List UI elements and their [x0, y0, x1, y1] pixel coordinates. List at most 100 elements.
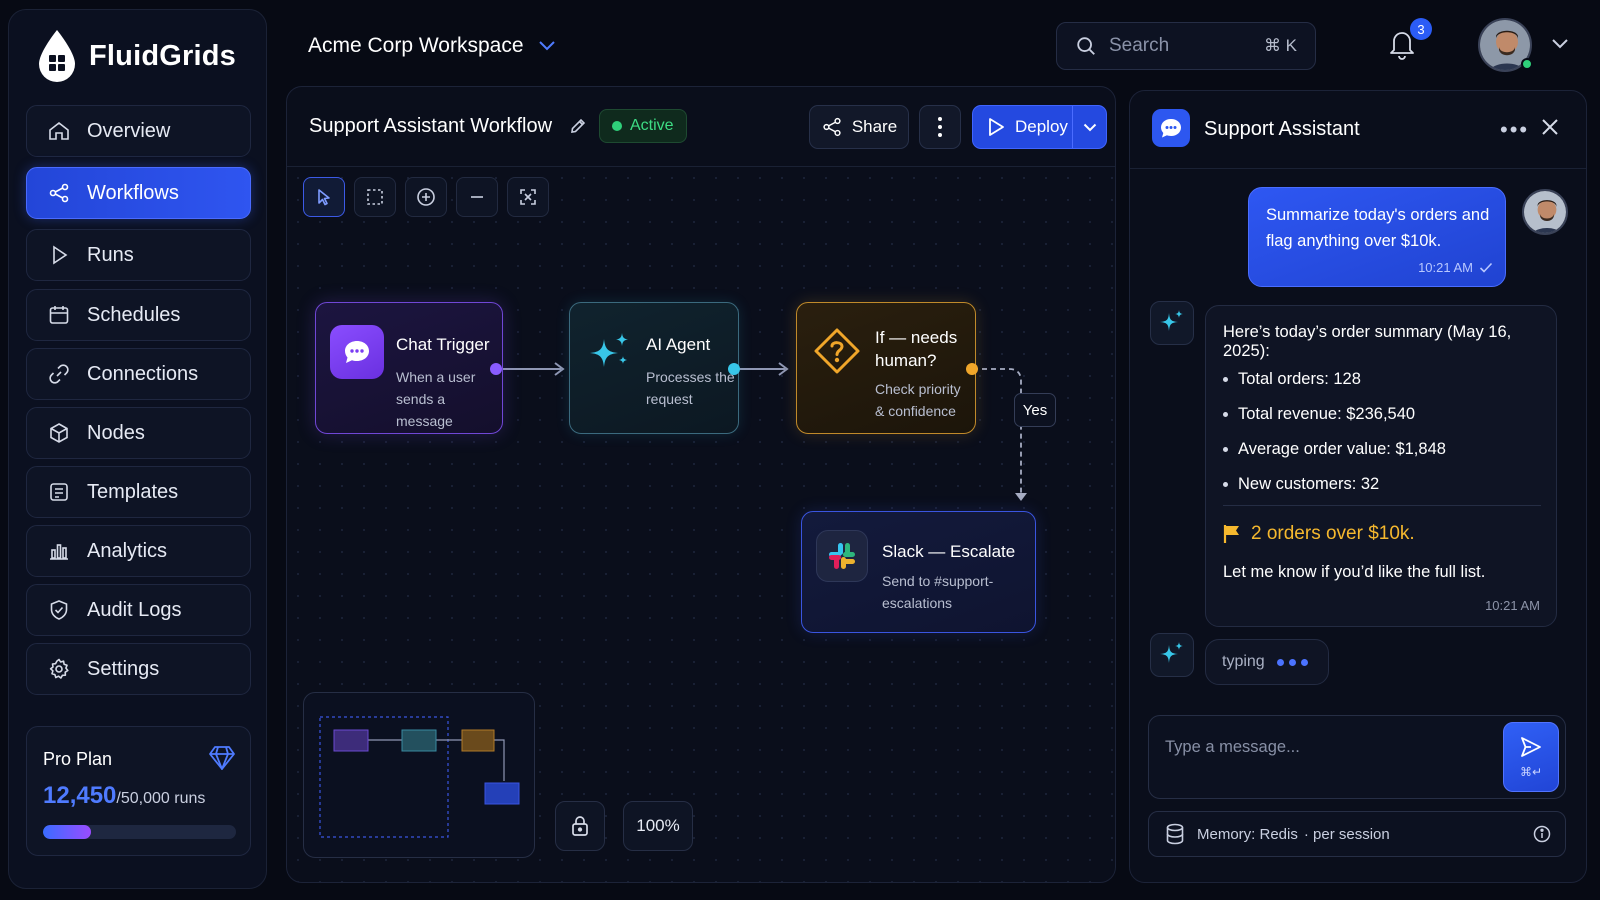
workflow-icon — [49, 183, 69, 203]
typing-indicator: typing — [1205, 639, 1329, 685]
message-input[interactable] — [1165, 732, 1485, 762]
sidebar-item-runs[interactable]: Runs — [26, 229, 251, 281]
message-composer[interactable]: ⌘↵ — [1148, 715, 1566, 799]
list-item-text: Average order value: $1,848 — [1238, 440, 1446, 458]
brand-name: FluidGrids — [89, 39, 236, 72]
sidebar-item-templates[interactable]: Templates — [26, 466, 251, 518]
chevron-down-icon[interactable] — [1551, 38, 1569, 50]
search-input[interactable]: Search ⌘ K — [1056, 22, 1316, 70]
question-diamond-icon — [814, 328, 860, 374]
user-message-time: 10:21 AM — [1418, 260, 1473, 275]
assistant-avatar — [1150, 633, 1194, 677]
sidebar-item-label: Workflows — [87, 181, 179, 204]
chat-user-avatar — [1522, 189, 1568, 235]
list-item-text: New customers: 32 — [1238, 475, 1380, 493]
home-icon — [49, 121, 69, 140]
sidebar-item-label: Schedules — [87, 303, 181, 326]
check-icon — [1479, 262, 1493, 273]
node-subtitle-line2: escalations — [882, 595, 953, 611]
sidebar-item-workflows[interactable]: Workflows — [26, 167, 251, 219]
zoom-level[interactable]: 100% — [623, 801, 693, 851]
order-summary-list: Total orders: 128 Total revenue: $236,54… — [1223, 362, 1446, 502]
list-item-text: Total orders: 128 — [1238, 370, 1361, 388]
node-subtitle-line2: & confidence — [875, 403, 956, 419]
node-subtitle-line1: Processes the — [646, 369, 735, 385]
send-button[interactable]: ⌘↵ — [1503, 722, 1559, 792]
plan-name: Pro Plan — [43, 749, 113, 769]
slack-icon — [816, 530, 868, 582]
info-icon[interactable] — [1533, 825, 1551, 843]
flag-icon — [1223, 525, 1239, 543]
calendar-icon — [49, 306, 69, 324]
node-subtitle-line1: When a user — [396, 369, 476, 385]
workspace-name: Acme Corp Workspace — [308, 34, 524, 57]
assistant-logo-icon — [1152, 109, 1190, 147]
assistant-message-time: 10:21 AM — [1485, 598, 1540, 613]
template-icon — [50, 483, 68, 501]
shield-icon — [50, 600, 68, 620]
edge-label-yes[interactable]: Yes — [1014, 393, 1056, 427]
sparkle-icon — [1160, 642, 1183, 663]
chat-panel: Support Assistant ••• Summarize today's … — [1129, 90, 1587, 883]
node-output-port[interactable] — [966, 363, 978, 375]
node-output-port[interactable] — [490, 363, 502, 375]
sidebar-item-analytics[interactable]: Analytics — [26, 525, 251, 577]
lock-canvas-button[interactable] — [555, 801, 605, 851]
minimap[interactable] — [303, 692, 535, 858]
sidebar: FluidGrids Overview Workflows Runs Sched… — [8, 9, 267, 889]
sidebar-item-label: Overview — [87, 119, 171, 142]
node-condition[interactable]: If — needs human? Check priority & confi… — [796, 302, 976, 434]
node-title: AI Agent — [646, 335, 711, 354]
sidebar-item-label: Nodes — [87, 421, 145, 444]
sidebar-item-label: Audit Logs — [87, 598, 182, 621]
brand-logo[interactable]: FluidGrids — [37, 28, 236, 84]
node-ai-agent[interactable]: AI Agent Processes the request — [569, 302, 739, 434]
plan-progress-bar — [43, 825, 236, 839]
flag-text: 2 orders over $10k. — [1251, 523, 1415, 544]
sidebar-item-label: Settings — [87, 657, 160, 680]
plan-card[interactable]: Pro Plan 12,450 /50,000 runs — [26, 726, 251, 856]
chevron-down-icon — [538, 41, 555, 51]
flag-notice: 2 orders over $10k. — [1223, 523, 1415, 545]
sidebar-item-schedules[interactable]: Schedules — [26, 289, 251, 341]
node-output-port[interactable] — [728, 363, 740, 375]
node-chat-trigger[interactable]: Chat Trigger When a user sends a message — [315, 302, 503, 434]
sidebar-item-label: Templates — [87, 480, 179, 503]
node-slack-escalate[interactable]: Slack — Escalate Send to #support- escal… — [801, 511, 1036, 633]
node-subtitle-line2: sends a message — [396, 391, 453, 429]
sidebar-item-audit-logs[interactable]: Audit Logs — [26, 584, 251, 636]
lock-icon — [572, 816, 588, 836]
user-message-text: Summarize today's orders and flag anythi… — [1266, 206, 1490, 250]
workflow-canvas-panel: Support Assistant Workflow Active Share … — [286, 86, 1116, 883]
plan-runs-used: 12,450 — [43, 782, 117, 809]
list-item-text: Total revenue: $236,540 — [1238, 405, 1416, 423]
sidebar-item-connections[interactable]: Connections — [26, 348, 251, 400]
sidebar-item-overview[interactable]: Overview — [26, 105, 251, 157]
gear-icon — [49, 658, 69, 679]
node-subtitle-line1: Send to #support- — [882, 573, 994, 589]
search-placeholder: Search — [1109, 35, 1170, 56]
memory-label: Memory: Redis — [1197, 825, 1298, 843]
search-shortcut: ⌘ K — [1263, 36, 1297, 55]
typing-dots — [1276, 658, 1308, 666]
workspace-switcher[interactable]: Acme Corp Workspace — [308, 34, 556, 58]
node-title-line1: If — needs — [875, 328, 958, 347]
chat-title: Support Assistant — [1204, 118, 1360, 140]
send-shortcut: ⌘↵ — [1519, 765, 1543, 779]
node-subtitle-line2: request — [646, 391, 693, 407]
plan-progress-fill — [43, 825, 92, 839]
memory-scope: · per session — [1303, 825, 1390, 843]
sidebar-item-settings[interactable]: Settings — [26, 643, 251, 695]
close-icon[interactable] — [1540, 117, 1560, 137]
more-horizontal-icon[interactable]: ••• — [1500, 117, 1529, 143]
list-item: Total orders: 128 — [1223, 362, 1446, 397]
plan-runs-limit: /50,000 runs — [116, 790, 206, 807]
memory-setting[interactable]: Memory: Redis · per session — [1148, 811, 1566, 857]
search-icon — [1077, 37, 1095, 55]
list-item: New customers: 32 — [1223, 467, 1446, 502]
diamond-icon — [209, 746, 235, 770]
sidebar-item-nodes[interactable]: Nodes — [26, 407, 251, 459]
minimap-preview — [319, 716, 520, 838]
list-item: Average order value: $1,848 — [1223, 432, 1446, 467]
chat-header: Support Assistant ••• — [1130, 91, 1586, 169]
